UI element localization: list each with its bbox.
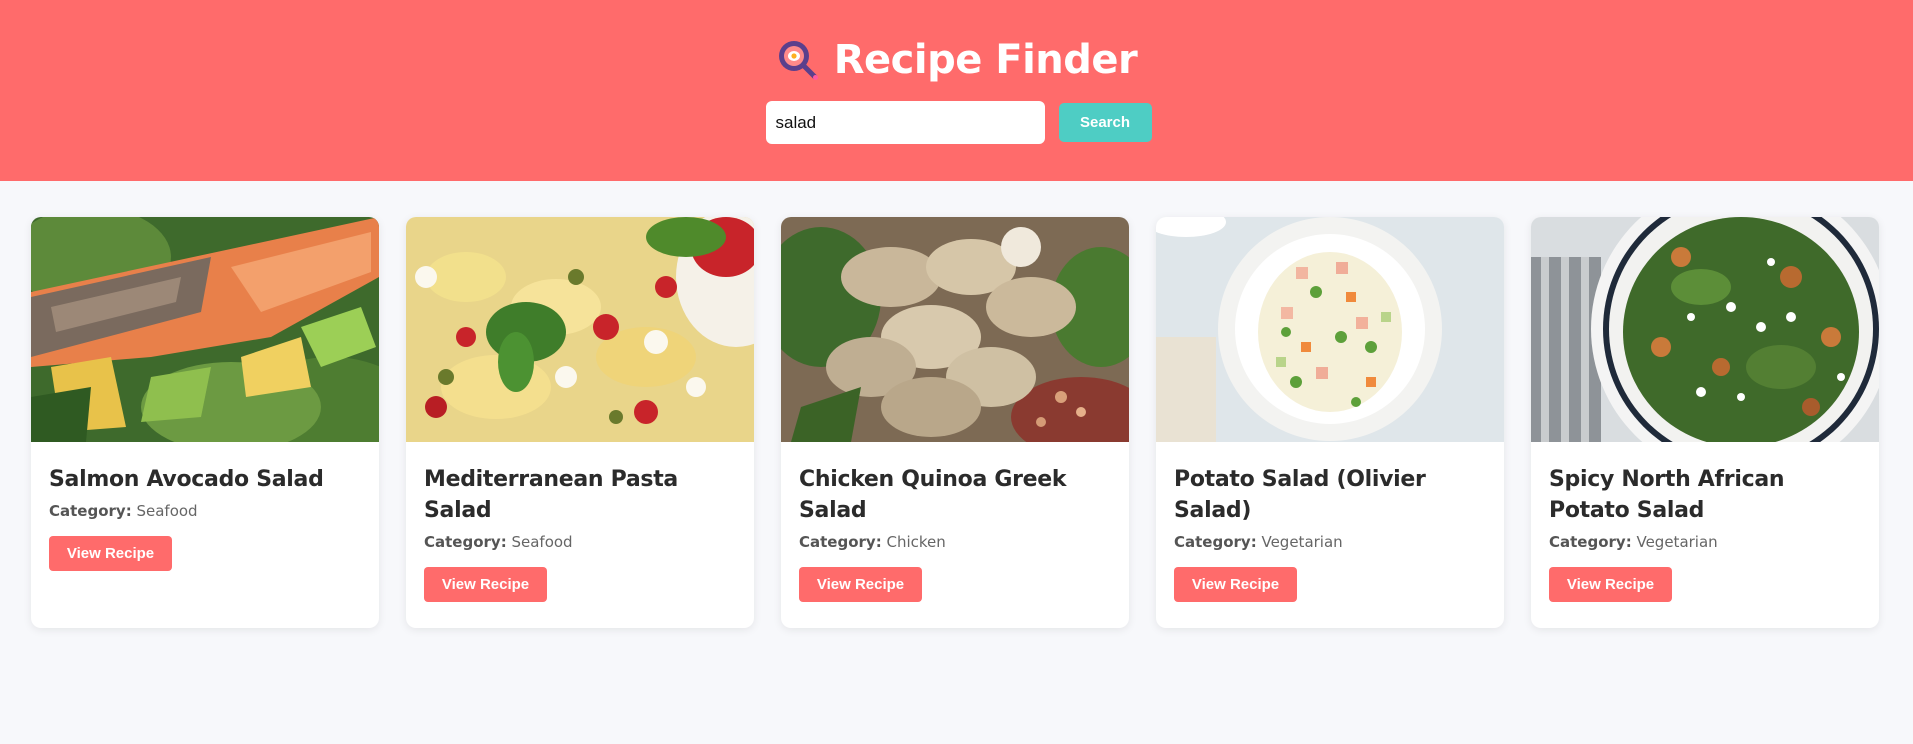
recipe-category: Category: Seafood [49, 501, 361, 521]
search-bar: Search [0, 101, 1913, 144]
recipe-title: Chicken Quinoa Greek Salad [799, 467, 1067, 523]
category-value: Chicken [886, 533, 946, 551]
recipe-card: Potato Salad (Olivier Salad) Category: V… [1156, 217, 1504, 628]
recipe-grid: Salmon Avocado Salad Category: Seafood V… [31, 217, 1881, 628]
category-value: Vegetarian [1261, 533, 1343, 551]
magnifier-frying-pan-icon [778, 41, 818, 80]
recipe-title: Mediterranean Pasta Salad [424, 467, 678, 523]
recipe-card: Mediterranean Pasta Salad Category: Seaf… [406, 217, 754, 628]
category-label: Category: [424, 533, 507, 551]
recipe-image-potato-olivier-salad[interactable] [1156, 217, 1504, 442]
recipe-card: Spicy North African Potato Salad Categor… [1531, 217, 1879, 628]
recipe-category: Category: Seafood [424, 532, 736, 552]
category-label: Category: [799, 533, 882, 551]
search-input[interactable] [765, 101, 1045, 144]
recipe-title: Salmon Avocado Salad [49, 467, 324, 492]
view-recipe-button[interactable]: View Recipe [424, 567, 547, 602]
app-header: Recipe Finder Search [0, 0, 1913, 181]
recipe-image-chicken-quinoa-greek-salad[interactable] [781, 217, 1129, 442]
category-label: Category: [1549, 533, 1632, 551]
view-recipe-button[interactable]: View Recipe [49, 536, 172, 571]
brand: Recipe Finder [0, 36, 1913, 84]
recipe-category: Category: Chicken [799, 532, 1111, 552]
recipe-category: Category: Vegetarian [1549, 532, 1861, 552]
recipe-image-spicy-north-african-potato-salad[interactable] [1531, 217, 1879, 442]
recipe-image-mediterranean-pasta-salad[interactable] [406, 217, 754, 442]
category-value: Vegetarian [1636, 533, 1718, 551]
view-recipe-button[interactable]: View Recipe [1174, 567, 1297, 602]
category-value: Seafood [511, 533, 573, 551]
recipe-image-salmon-avocado-salad[interactable] [31, 217, 379, 442]
recipe-title: Spicy North African Potato Salad [1549, 467, 1785, 523]
view-recipe-button[interactable]: View Recipe [799, 567, 922, 602]
page-title: Recipe Finder [833, 37, 1138, 83]
view-recipe-button[interactable]: View Recipe [1549, 567, 1672, 602]
recipe-title: Potato Salad (Olivier Salad) [1174, 467, 1426, 523]
recipe-card: Salmon Avocado Salad Category: Seafood V… [31, 217, 379, 628]
recipe-card: Chicken Quinoa Greek Salad Category: Chi… [781, 217, 1129, 628]
search-button[interactable]: Search [1058, 103, 1152, 142]
category-label: Category: [49, 502, 132, 520]
category-value: Seafood [136, 502, 198, 520]
recipe-category: Category: Vegetarian [1174, 532, 1486, 552]
category-label: Category: [1174, 533, 1257, 551]
